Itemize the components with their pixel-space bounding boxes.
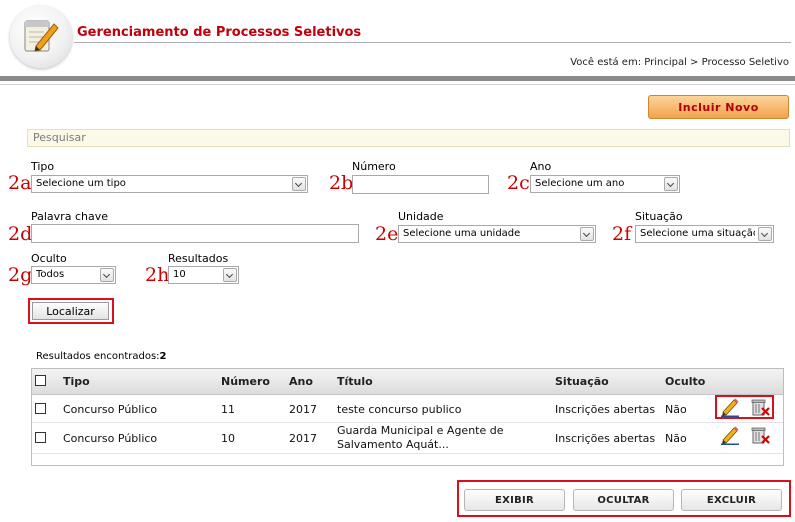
numero-input[interactable] — [352, 175, 489, 194]
cell-oculto: Não — [665, 403, 687, 416]
ano-label: Ano — [530, 160, 552, 173]
chevron-down-icon — [100, 268, 114, 282]
show-button[interactable]: EXIBIR — [464, 489, 565, 511]
resultados-select[interactable]: 10 — [168, 266, 239, 284]
unidade-label: Unidade — [398, 210, 444, 223]
row-checkbox[interactable] — [35, 432, 46, 443]
notepad-pencil-icon — [24, 20, 59, 52]
cell-situacao: Inscrições abertas — [555, 432, 656, 445]
column-header-numero[interactable]: Número — [221, 375, 270, 388]
cell-numero: 11 — [221, 403, 235, 416]
ano-select[interactable]: Selecione um ano — [530, 175, 680, 193]
cell-oculto: Não — [665, 432, 687, 445]
bulk-actions-highlight: EXIBIR OCULTAR EXCLUIR — [457, 480, 791, 517]
column-header-situacao[interactable]: Situação — [555, 375, 609, 388]
chevron-down-icon — [580, 227, 594, 241]
cell-tipo: Concurso Público — [63, 403, 158, 416]
table-row: Concurso Público 10 2017 Guarda Municipa… — [32, 423, 783, 454]
chevron-down-icon — [664, 177, 678, 191]
row-checkbox[interactable] — [35, 403, 46, 414]
delete-trash-icon[interactable] — [749, 397, 771, 417]
find-button[interactable]: Localizar — [32, 302, 109, 320]
header-subdivider — [0, 84, 795, 85]
edit-pencil-icon[interactable] — [719, 425, 741, 445]
cell-tipo: Concurso Público — [63, 432, 158, 445]
oculto-label: Oculto — [31, 252, 67, 265]
palavra-chave-input[interactable] — [31, 224, 359, 243]
delete-button[interactable]: EXCLUIR — [681, 489, 782, 511]
annotation-2c: 2c — [507, 172, 530, 194]
numero-label: Número — [352, 160, 396, 173]
situacao-select[interactable]: Selecione uma situação — [635, 225, 774, 243]
annotation-2f: 2f — [612, 223, 632, 245]
annotation-2h: 2h — [145, 264, 170, 286]
tipo-label: Tipo — [31, 160, 55, 173]
select-all-checkbox[interactable] — [35, 375, 46, 386]
annotation-2e: 2e — [375, 223, 399, 245]
cell-ano: 2017 — [289, 403, 317, 416]
search-section-header: Pesquisar — [27, 129, 790, 147]
annotation-2g: 2g — [8, 264, 33, 286]
results-table: Tipo Número Ano Título Situação Oculto C… — [31, 368, 784, 466]
cell-titulo: teste concurso publico — [337, 403, 462, 416]
hide-button[interactable]: OCULTAR — [573, 489, 674, 511]
breadcrumb: Você está em: Principal > Processo Selet… — [570, 57, 789, 68]
column-header-oculto[interactable]: Oculto — [665, 375, 705, 388]
app-logo — [10, 6, 72, 68]
column-header-ano[interactable]: Ano — [289, 375, 313, 388]
cell-situacao: Inscrições abertas — [555, 403, 656, 416]
chevron-down-icon — [292, 177, 306, 191]
header-divider — [0, 76, 795, 81]
annotation-2d: 2d — [8, 223, 33, 245]
annotation-2a: 2a — [8, 172, 32, 194]
chevron-down-icon — [223, 268, 237, 282]
edit-pencil-icon[interactable] — [719, 397, 741, 417]
page-title: Gerenciamento de Processos Seletivos — [77, 25, 362, 40]
cell-ano: 2017 — [289, 432, 317, 445]
resultados-label: Resultados — [168, 252, 229, 265]
chevron-down-icon — [758, 227, 772, 241]
cell-numero: 10 — [221, 432, 235, 445]
cell-titulo-line2: Salvamento Aquát... — [337, 438, 449, 451]
results-count: Resultados encontrados:2 — [36, 351, 167, 362]
column-header-titulo[interactable]: Título — [337, 375, 373, 388]
tipo-select[interactable]: Selecione um tipo — [31, 175, 308, 193]
unidade-select[interactable]: Selecione uma unidade — [398, 225, 596, 243]
cell-titulo: Guarda Municipal e Agente de — [337, 424, 504, 437]
oculto-select[interactable]: Todos — [31, 266, 116, 284]
annotation-2b: 2b — [329, 172, 354, 194]
situacao-label: Situação — [635, 210, 683, 223]
add-new-button[interactable]: Incluir Novo — [648, 95, 789, 119]
table-row: Concurso Público 11 2017 teste concurso … — [32, 395, 783, 423]
palavra-chave-label: Palavra chave — [31, 210, 108, 223]
column-header-tipo[interactable]: Tipo — [63, 375, 90, 388]
delete-trash-icon[interactable] — [749, 425, 771, 445]
title-divider — [74, 42, 791, 43]
table-header: Tipo Número Ano Título Situação Oculto — [32, 369, 783, 395]
